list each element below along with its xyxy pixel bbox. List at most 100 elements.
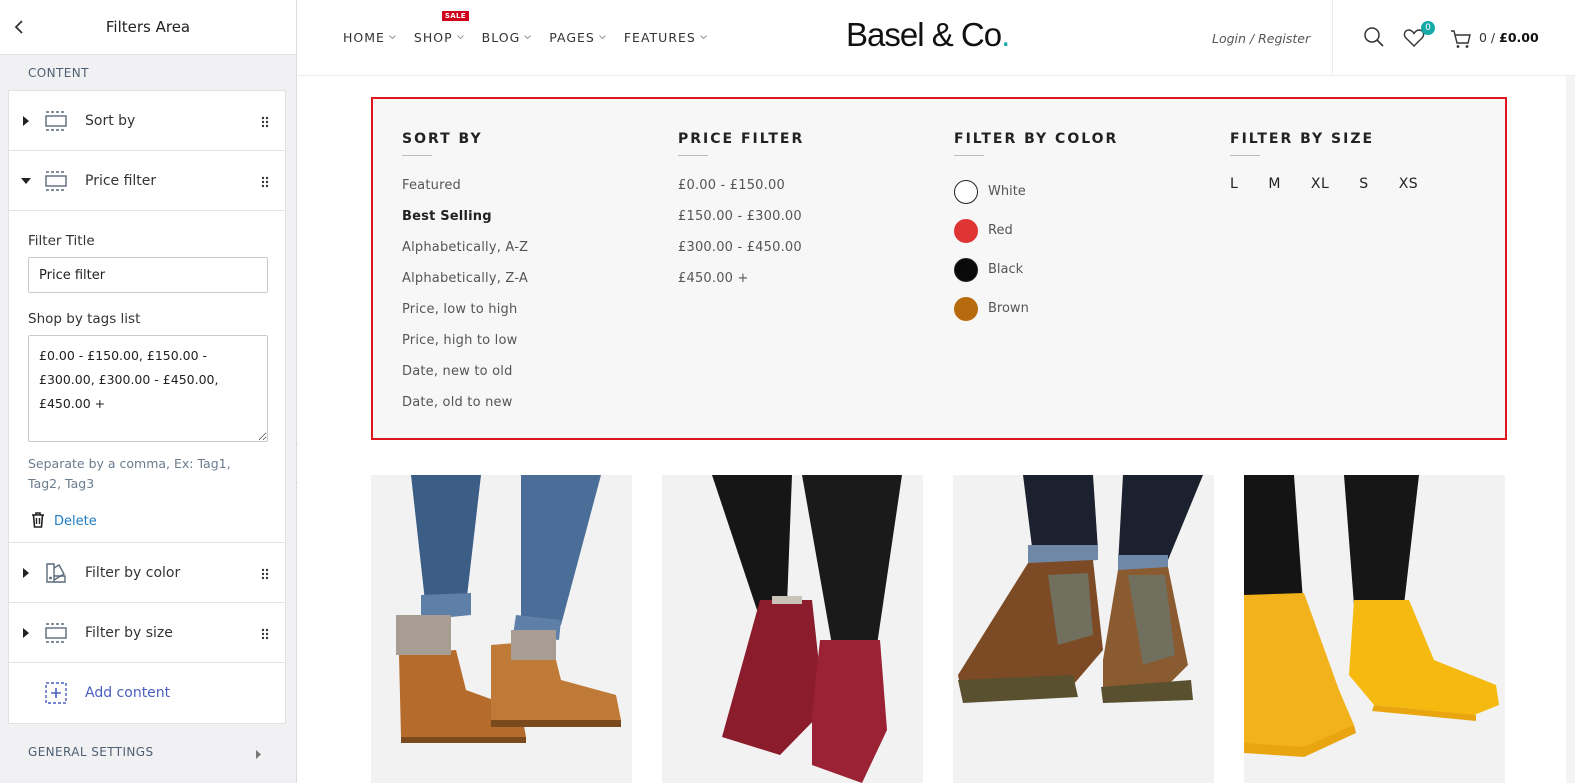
product-card[interactable] bbox=[1244, 475, 1505, 783]
nav-blog[interactable]: BLOG bbox=[482, 30, 532, 45]
sort-by-column: SORT BY Featured Best Selling Alphabetic… bbox=[402, 131, 528, 426]
wishlist-count-badge: 0 bbox=[1421, 21, 1435, 35]
sort-option[interactable]: Date, old to new bbox=[402, 395, 528, 426]
back-arrow-icon[interactable] bbox=[10, 17, 30, 37]
editor-sidebar: Filters Area CONTENT Sort by Price filte… bbox=[0, 0, 297, 783]
price-range-option[interactable]: £0.00 - £150.00 bbox=[678, 178, 804, 209]
drag-handle-icon[interactable] bbox=[261, 565, 271, 580]
content-blocks: Sort by Price filter Filter Title Shop b… bbox=[8, 90, 286, 724]
block-filter-by-size[interactable]: Filter by size bbox=[9, 603, 285, 663]
chevron-down-icon bbox=[456, 35, 464, 40]
delete-block-button[interactable]: Delete bbox=[30, 511, 266, 532]
nav-shop[interactable]: SALE SHOP bbox=[413, 11, 469, 45]
general-settings-toggle[interactable]: GENERAL SETTINGS bbox=[0, 728, 296, 776]
chevron-down-icon bbox=[699, 35, 707, 40]
product-card[interactable] bbox=[662, 475, 923, 783]
filter-title-input[interactable] bbox=[28, 257, 268, 293]
tags-list-label: Shop by tags list bbox=[28, 311, 141, 327]
section-block-icon bbox=[45, 110, 69, 132]
collapse-caret-icon[interactable] bbox=[21, 177, 31, 184]
chevron-down-icon bbox=[599, 35, 606, 40]
chevron-down-icon bbox=[389, 35, 396, 40]
cart-icon[interactable] bbox=[1450, 29, 1472, 53]
size-option[interactable]: L bbox=[1230, 176, 1238, 192]
price-filter-settings: Filter Title Shop by tags list Separate … bbox=[9, 211, 285, 543]
block-label: Sort by bbox=[85, 112, 136, 129]
product-image-burgundy-slippers bbox=[662, 475, 923, 783]
drag-handle-icon[interactable] bbox=[261, 113, 271, 128]
color-filter-column: FILTER BY COLOR White Red Black Brown bbox=[954, 131, 1118, 328]
product-image-yellow-sneakers bbox=[1244, 475, 1505, 783]
delete-label: Delete bbox=[54, 514, 97, 529]
title-underline bbox=[678, 155, 708, 156]
sort-option[interactable]: Alphabetically, Z-A bbox=[402, 271, 528, 302]
title-underline bbox=[954, 155, 984, 156]
filters-area: SORT BY Featured Best Selling Alphabetic… bbox=[371, 97, 1507, 440]
size-option[interactable]: M bbox=[1268, 176, 1281, 192]
drag-handle-icon[interactable] bbox=[261, 173, 271, 188]
expand-caret-icon bbox=[256, 748, 261, 762]
price-range-option[interactable]: £450.00 + bbox=[678, 271, 804, 302]
color-option-white[interactable]: White bbox=[954, 172, 1118, 211]
size-filter-title: FILTER BY SIZE bbox=[1230, 131, 1375, 147]
section-block-icon bbox=[45, 622, 69, 644]
color-label: White bbox=[988, 184, 1026, 199]
tags-list-textarea[interactable] bbox=[28, 335, 268, 442]
color-label: Brown bbox=[988, 301, 1029, 316]
block-sort-by[interactable]: Sort by bbox=[9, 91, 285, 151]
main-nav: HOME SALE SHOP BLOG PAGES FEATURES bbox=[343, 11, 707, 45]
search-icon[interactable] bbox=[1363, 26, 1385, 52]
nav-home[interactable]: HOME bbox=[343, 30, 396, 45]
add-content-button[interactable]: Add content bbox=[9, 663, 285, 723]
nav-label: BLOG bbox=[481, 30, 521, 45]
size-options: L M XL S XS bbox=[1230, 176, 1418, 192]
nav-label: SHOP bbox=[413, 30, 453, 45]
nav-features[interactable]: FEATURES bbox=[624, 30, 707, 45]
color-swatch bbox=[954, 179, 978, 204]
color-option-red[interactable]: Red bbox=[954, 211, 1118, 250]
login-register-link[interactable]: Login / Register bbox=[1212, 31, 1310, 46]
product-image-tan-boots bbox=[371, 475, 632, 783]
expand-caret-icon[interactable] bbox=[21, 115, 31, 126]
color-label: Red bbox=[988, 223, 1013, 238]
store-header: HOME SALE SHOP BLOG PAGES FEATURES Basel… bbox=[298, 0, 1575, 76]
block-price-filter[interactable]: Price filter bbox=[9, 151, 285, 211]
product-card[interactable] bbox=[953, 475, 1214, 783]
drag-handle-icon[interactable] bbox=[261, 625, 271, 640]
expand-caret-icon[interactable] bbox=[21, 627, 31, 638]
content-section-label: CONTENT bbox=[28, 65, 89, 80]
add-block-icon bbox=[45, 682, 69, 704]
title-underline bbox=[402, 155, 432, 156]
sidebar-header: Filters Area bbox=[0, 0, 296, 55]
color-swatch bbox=[954, 257, 978, 282]
sort-option[interactable]: Price, high to low bbox=[402, 333, 528, 364]
product-card[interactable] bbox=[371, 475, 632, 783]
price-filter-title: PRICE FILTER bbox=[678, 131, 805, 147]
price-range-option[interactable]: £150.00 - £300.00 bbox=[678, 209, 804, 240]
expand-caret-icon[interactable] bbox=[21, 567, 31, 578]
color-swatch bbox=[954, 218, 978, 243]
store-logo[interactable]: Basel & Co. bbox=[846, 16, 1010, 54]
block-label: Filter by size bbox=[85, 624, 173, 641]
size-option[interactable]: XS bbox=[1399, 176, 1418, 192]
sidebar-title: Filters Area bbox=[105, 18, 191, 36]
sort-option-active[interactable]: Best Selling bbox=[402, 209, 528, 240]
scrollbar[interactable] bbox=[1566, 76, 1575, 783]
nav-label: FEATURES bbox=[623, 30, 696, 45]
title-underline bbox=[1230, 155, 1260, 156]
block-filter-by-color[interactable]: Filter by color bbox=[9, 543, 285, 603]
color-option-black[interactable]: Black bbox=[954, 250, 1118, 289]
sort-option[interactable]: Date, new to old bbox=[402, 364, 528, 395]
nav-pages[interactable]: PAGES bbox=[549, 30, 606, 45]
chevron-down-icon bbox=[524, 35, 532, 40]
sort-option[interactable]: Featured bbox=[402, 178, 528, 209]
color-option-brown[interactable]: Brown bbox=[954, 289, 1118, 328]
trash-icon bbox=[30, 511, 46, 532]
price-range-option[interactable]: £300.00 - £450.00 bbox=[678, 240, 804, 271]
size-option[interactable]: XL bbox=[1311, 176, 1329, 192]
sort-option[interactable]: Price, low to high bbox=[402, 302, 528, 333]
size-option[interactable]: S bbox=[1359, 176, 1368, 192]
general-settings-label: GENERAL SETTINGS bbox=[28, 745, 154, 759]
cart-summary[interactable]: 0 / £0.00 bbox=[1479, 30, 1539, 45]
sort-option[interactable]: Alphabetically, A-Z bbox=[402, 240, 528, 271]
